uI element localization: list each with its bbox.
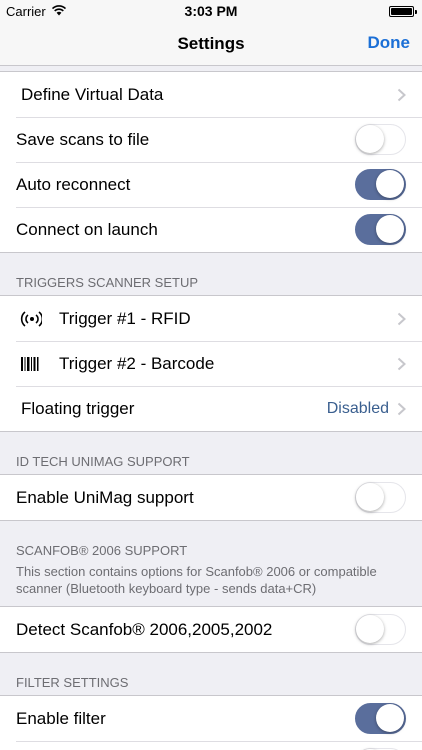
clock: 3:03 PM	[184, 3, 238, 19]
enable-unimag-row: Enable UniMag support	[0, 475, 422, 520]
scanfob-group: Detect Scanfob® 2006,2005,2002	[0, 606, 422, 653]
row-label: Enable UniMag support	[16, 487, 194, 507]
save-scans-row: Save scans to file	[0, 117, 422, 162]
filter-option-row	[0, 741, 422, 750]
done-button[interactable]: Done	[368, 33, 411, 53]
chevron-right-icon	[397, 88, 406, 101]
rfid-icon	[20, 307, 48, 331]
connect-on-launch-row: Connect on launch	[0, 207, 422, 252]
page-title: Settings	[177, 34, 245, 53]
chevron-right-icon	[397, 357, 406, 370]
define-virtual-data-row[interactable]: Define Virtual Data	[0, 72, 422, 117]
row-label: Enable filter	[16, 708, 106, 728]
row-label: Trigger #2 - Barcode	[59, 353, 215, 373]
row-label: Floating trigger	[21, 398, 135, 418]
trigger-2-row[interactable]: Trigger #2 - Barcode	[0, 341, 422, 386]
triggers-group: Trigger #1 - RFID Trigger #2 - Barcode F…	[0, 295, 422, 432]
battery-icon	[389, 6, 417, 17]
navigation-bar: Settings Done	[0, 22, 422, 66]
row-label: Save scans to file	[16, 129, 150, 149]
auto-reconnect-row: Auto reconnect	[0, 162, 422, 207]
section-header-unimag: ID TECH UNIMAG SUPPORT	[16, 454, 190, 469]
general-group: Define Virtual Data Save scans to file A…	[0, 71, 422, 253]
floating-trigger-value: Disabled	[326, 399, 389, 417]
row-label: Auto reconnect	[16, 174, 131, 194]
section-header-triggers: TRIGGERS SCANNER SETUP	[16, 275, 199, 290]
detect-scanfob-toggle[interactable]	[355, 614, 406, 645]
section-description: This section contains options for Scanfo…	[16, 564, 377, 596]
row-label: Trigger #1 - RFID	[59, 308, 191, 328]
enable-filter-toggle[interactable]	[355, 703, 406, 734]
enable-unimag-toggle[interactable]	[355, 482, 406, 513]
trigger-1-row[interactable]: Trigger #1 - RFID	[0, 296, 422, 341]
connect-on-launch-toggle[interactable]	[355, 214, 406, 245]
barcode-icon	[20, 352, 48, 376]
section-header-filter: FILTER SETTINGS	[16, 675, 129, 690]
status-bar: Carrier 3:03 PM	[0, 0, 422, 22]
chevron-right-icon	[397, 402, 406, 415]
save-scans-toggle[interactable]	[355, 124, 406, 155]
chevron-right-icon	[397, 312, 406, 325]
filter-group: Enable filter	[0, 695, 422, 750]
settings-list[interactable]: Define Virtual Data Save scans to file A…	[0, 67, 422, 750]
unimag-group: Enable UniMag support	[0, 474, 422, 521]
row-label: Define Virtual Data	[21, 84, 164, 104]
enable-filter-row: Enable filter	[0, 696, 422, 741]
detect-scanfob-row: Detect Scanfob® 2006,2005,2002	[0, 607, 422, 652]
row-label: Connect on launch	[16, 219, 158, 239]
row-label: Detect Scanfob® 2006,2005,2002	[16, 619, 273, 639]
auto-reconnect-toggle[interactable]	[355, 169, 406, 200]
section-header-scanfob: SCANFOB® 2006 SUPPORT This section conta…	[0, 521, 422, 606]
floating-trigger-row[interactable]: Floating trigger Disabled	[0, 386, 422, 431]
